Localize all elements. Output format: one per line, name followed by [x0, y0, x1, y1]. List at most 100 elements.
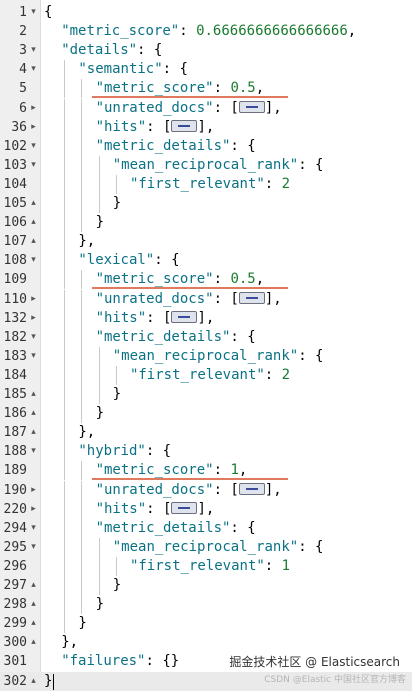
code-line[interactable]: 186 ▴} — [0, 404, 412, 424]
code-line[interactable]: 183 ▾ "mean_reciprocal_rank": { — [0, 346, 412, 366]
indent-guide — [61, 174, 78, 194]
code-line[interactable]: 187 ▴}, — [0, 423, 412, 443]
fold-end-icon[interactable]: ▴ — [29, 633, 38, 652]
fold-collapse-icon[interactable]: ▾ — [29, 3, 38, 22]
fold-expand-icon[interactable]: ▸ — [29, 481, 38, 500]
line-number: 301 — [3, 654, 27, 670]
folded-content-icon[interactable] — [171, 119, 198, 132]
code-line[interactable]: 182 ▾ "metric_details": { — [0, 327, 412, 347]
json-key: "metric_details" — [95, 137, 231, 154]
code-line[interactable]: 220 ▸ "hits": [], — [0, 499, 412, 519]
json-key: "metric_score" — [95, 271, 214, 288]
folded-content-icon[interactable] — [238, 100, 265, 113]
code-line[interactable]: 103 ▾ "mean_reciprocal_rank": { — [0, 155, 412, 175]
code-line[interactable]: 102 ▾ "metric_details": { — [0, 136, 412, 156]
code-line[interactable]: 188 ▾ "hybrid": { — [0, 442, 412, 462]
code-line[interactable]: 298 ▴} — [0, 595, 412, 615]
code-line[interactable]: 184 "first_relevant": 2 — [0, 365, 412, 385]
fold-end-icon[interactable]: ▴ — [29, 595, 38, 614]
code-line[interactable]: 4 ▾ "semantic": { — [0, 60, 412, 80]
indent-guide — [78, 155, 95, 175]
code-line[interactable]: 36 ▸ "hits": [], — [0, 117, 412, 137]
indent-guide — [44, 137, 61, 156]
fold-collapse-icon[interactable]: ▾ — [29, 328, 38, 347]
code-line[interactable]: 300 ▴}, — [0, 633, 412, 652]
fold-collapse-icon[interactable]: ▾ — [29, 442, 38, 461]
line-number: 184 — [3, 367, 27, 383]
code-text: "first_relevant": 2 — [44, 365, 290, 385]
code-text: "hits": [], — [44, 117, 214, 137]
fold-end-icon[interactable]: ▴ — [29, 213, 38, 232]
code-line[interactable]: 106 ▴} — [0, 213, 412, 233]
code-line[interactable]: 2 "metric_score": 0.6666666666666666, — [0, 22, 412, 41]
fold-end-icon[interactable]: ▴ — [29, 232, 38, 251]
fold-end-icon[interactable]: ▴ — [29, 614, 38, 633]
json-punctuation: : [ — [213, 290, 239, 307]
json-punctuation: ], — [264, 99, 282, 116]
json-key: "details" — [61, 42, 138, 59]
folded-content-icon[interactable] — [171, 501, 198, 514]
code-line[interactable]: 108 ▾ "lexical": { — [0, 251, 412, 271]
indent-guide — [44, 79, 61, 98]
line-number: 3 — [19, 43, 27, 59]
fold-end-icon[interactable]: ▴ — [29, 194, 38, 213]
fold-end-icon[interactable]: ▴ — [29, 423, 38, 442]
indent-guide — [78, 213, 95, 233]
code-line[interactable]: 295 ▾ "mean_reciprocal_rank": { — [0, 537, 412, 557]
code-line[interactable]: 109 "metric_score": 0.5, — [0, 270, 412, 290]
fold-collapse-icon[interactable]: ▾ — [29, 137, 38, 156]
code-line[interactable]: 107 ▴}, — [0, 232, 412, 252]
code-line[interactable]: 132 ▸ "hits": [], — [0, 308, 412, 328]
code-line[interactable]: 297 ▴} — [0, 576, 412, 595]
folded-content-icon[interactable] — [238, 482, 265, 495]
fold-expand-icon[interactable]: ▸ — [29, 118, 38, 137]
fold-collapse-icon[interactable]: ▾ — [29, 41, 38, 60]
fold-end-icon[interactable]: ▴ — [29, 404, 38, 423]
code-line[interactable]: 104 "first_relevant": 2 — [0, 174, 412, 194]
fold-expand-icon[interactable]: ▸ — [29, 290, 38, 309]
code-line[interactable]: 105 ▴} — [0, 194, 412, 213]
code-line[interactable]: 190 ▸ "unrated_docs": [], — [0, 480, 412, 500]
code-line[interactable]: 299 ▴} — [0, 614, 412, 634]
indent-guide — [113, 365, 130, 385]
code-line[interactable]: 185 ▴} — [0, 385, 412, 404]
indent-guide — [61, 213, 78, 233]
json-punctuation: : — [213, 80, 231, 97]
code-text: "unrated_docs": [], — [44, 480, 282, 500]
fold-collapse-icon[interactable]: ▾ — [29, 251, 38, 270]
line-number: 185 — [3, 387, 27, 402]
json-code-editor[interactable]: 1 ▾{2 "metric_score": 0.6666666666666666, 3… — [0, 0, 412, 691]
folded-content-icon[interactable] — [171, 310, 198, 323]
code-text: } — [44, 595, 104, 615]
fold-end-icon[interactable]: ▴ — [29, 576, 38, 595]
folded-content-icon[interactable] — [238, 291, 265, 304]
fold-collapse-icon[interactable]: ▾ — [29, 60, 38, 79]
code-text: "metric_details": { — [44, 518, 256, 538]
fold-end-icon[interactable]: ▴ — [29, 385, 38, 404]
code-line[interactable]: 1 ▾ { — [0, 3, 412, 22]
code-line[interactable]: 294 ▾ "metric_details": { — [0, 518, 412, 538]
code-text: "unrated_docs": [], — [44, 289, 282, 309]
fold-expand-icon[interactable]: ▸ — [29, 99, 38, 118]
fold-collapse-icon[interactable]: ▾ — [29, 519, 38, 538]
code-line[interactable]: 110 ▸ "unrated_docs": [], — [0, 289, 412, 309]
json-key: "hybrid" — [78, 443, 146, 460]
line-number: 1 — [19, 5, 27, 20]
fold-expand-icon[interactable]: ▸ — [29, 500, 38, 519]
json-key: "first_relevant" — [129, 366, 265, 383]
indent-guide — [78, 556, 95, 576]
code-line[interactable]: 189 "metric_score": 1, — [0, 461, 412, 481]
json-value: 1 — [230, 462, 239, 479]
line-number: 188 — [3, 444, 27, 460]
code-line[interactable]: 6 ▸ "unrated_docs": [], — [0, 98, 412, 118]
fold-collapse-icon[interactable]: ▾ — [29, 347, 38, 366]
code-line[interactable]: 3 ▾ "details": { — [0, 41, 412, 60]
json-punctuation: }, — [61, 634, 79, 651]
code-line[interactable]: 5 "metric_score": 0.5, — [0, 79, 412, 99]
indent-guide — [113, 556, 130, 576]
fold-collapse-icon[interactable]: ▾ — [29, 156, 38, 175]
fold-expand-icon[interactable]: ▸ — [29, 309, 38, 328]
code-line[interactable]: 296 "first_relevant": 1 — [0, 556, 412, 576]
indent-guide — [78, 499, 95, 519]
fold-collapse-icon[interactable]: ▾ — [29, 538, 38, 557]
